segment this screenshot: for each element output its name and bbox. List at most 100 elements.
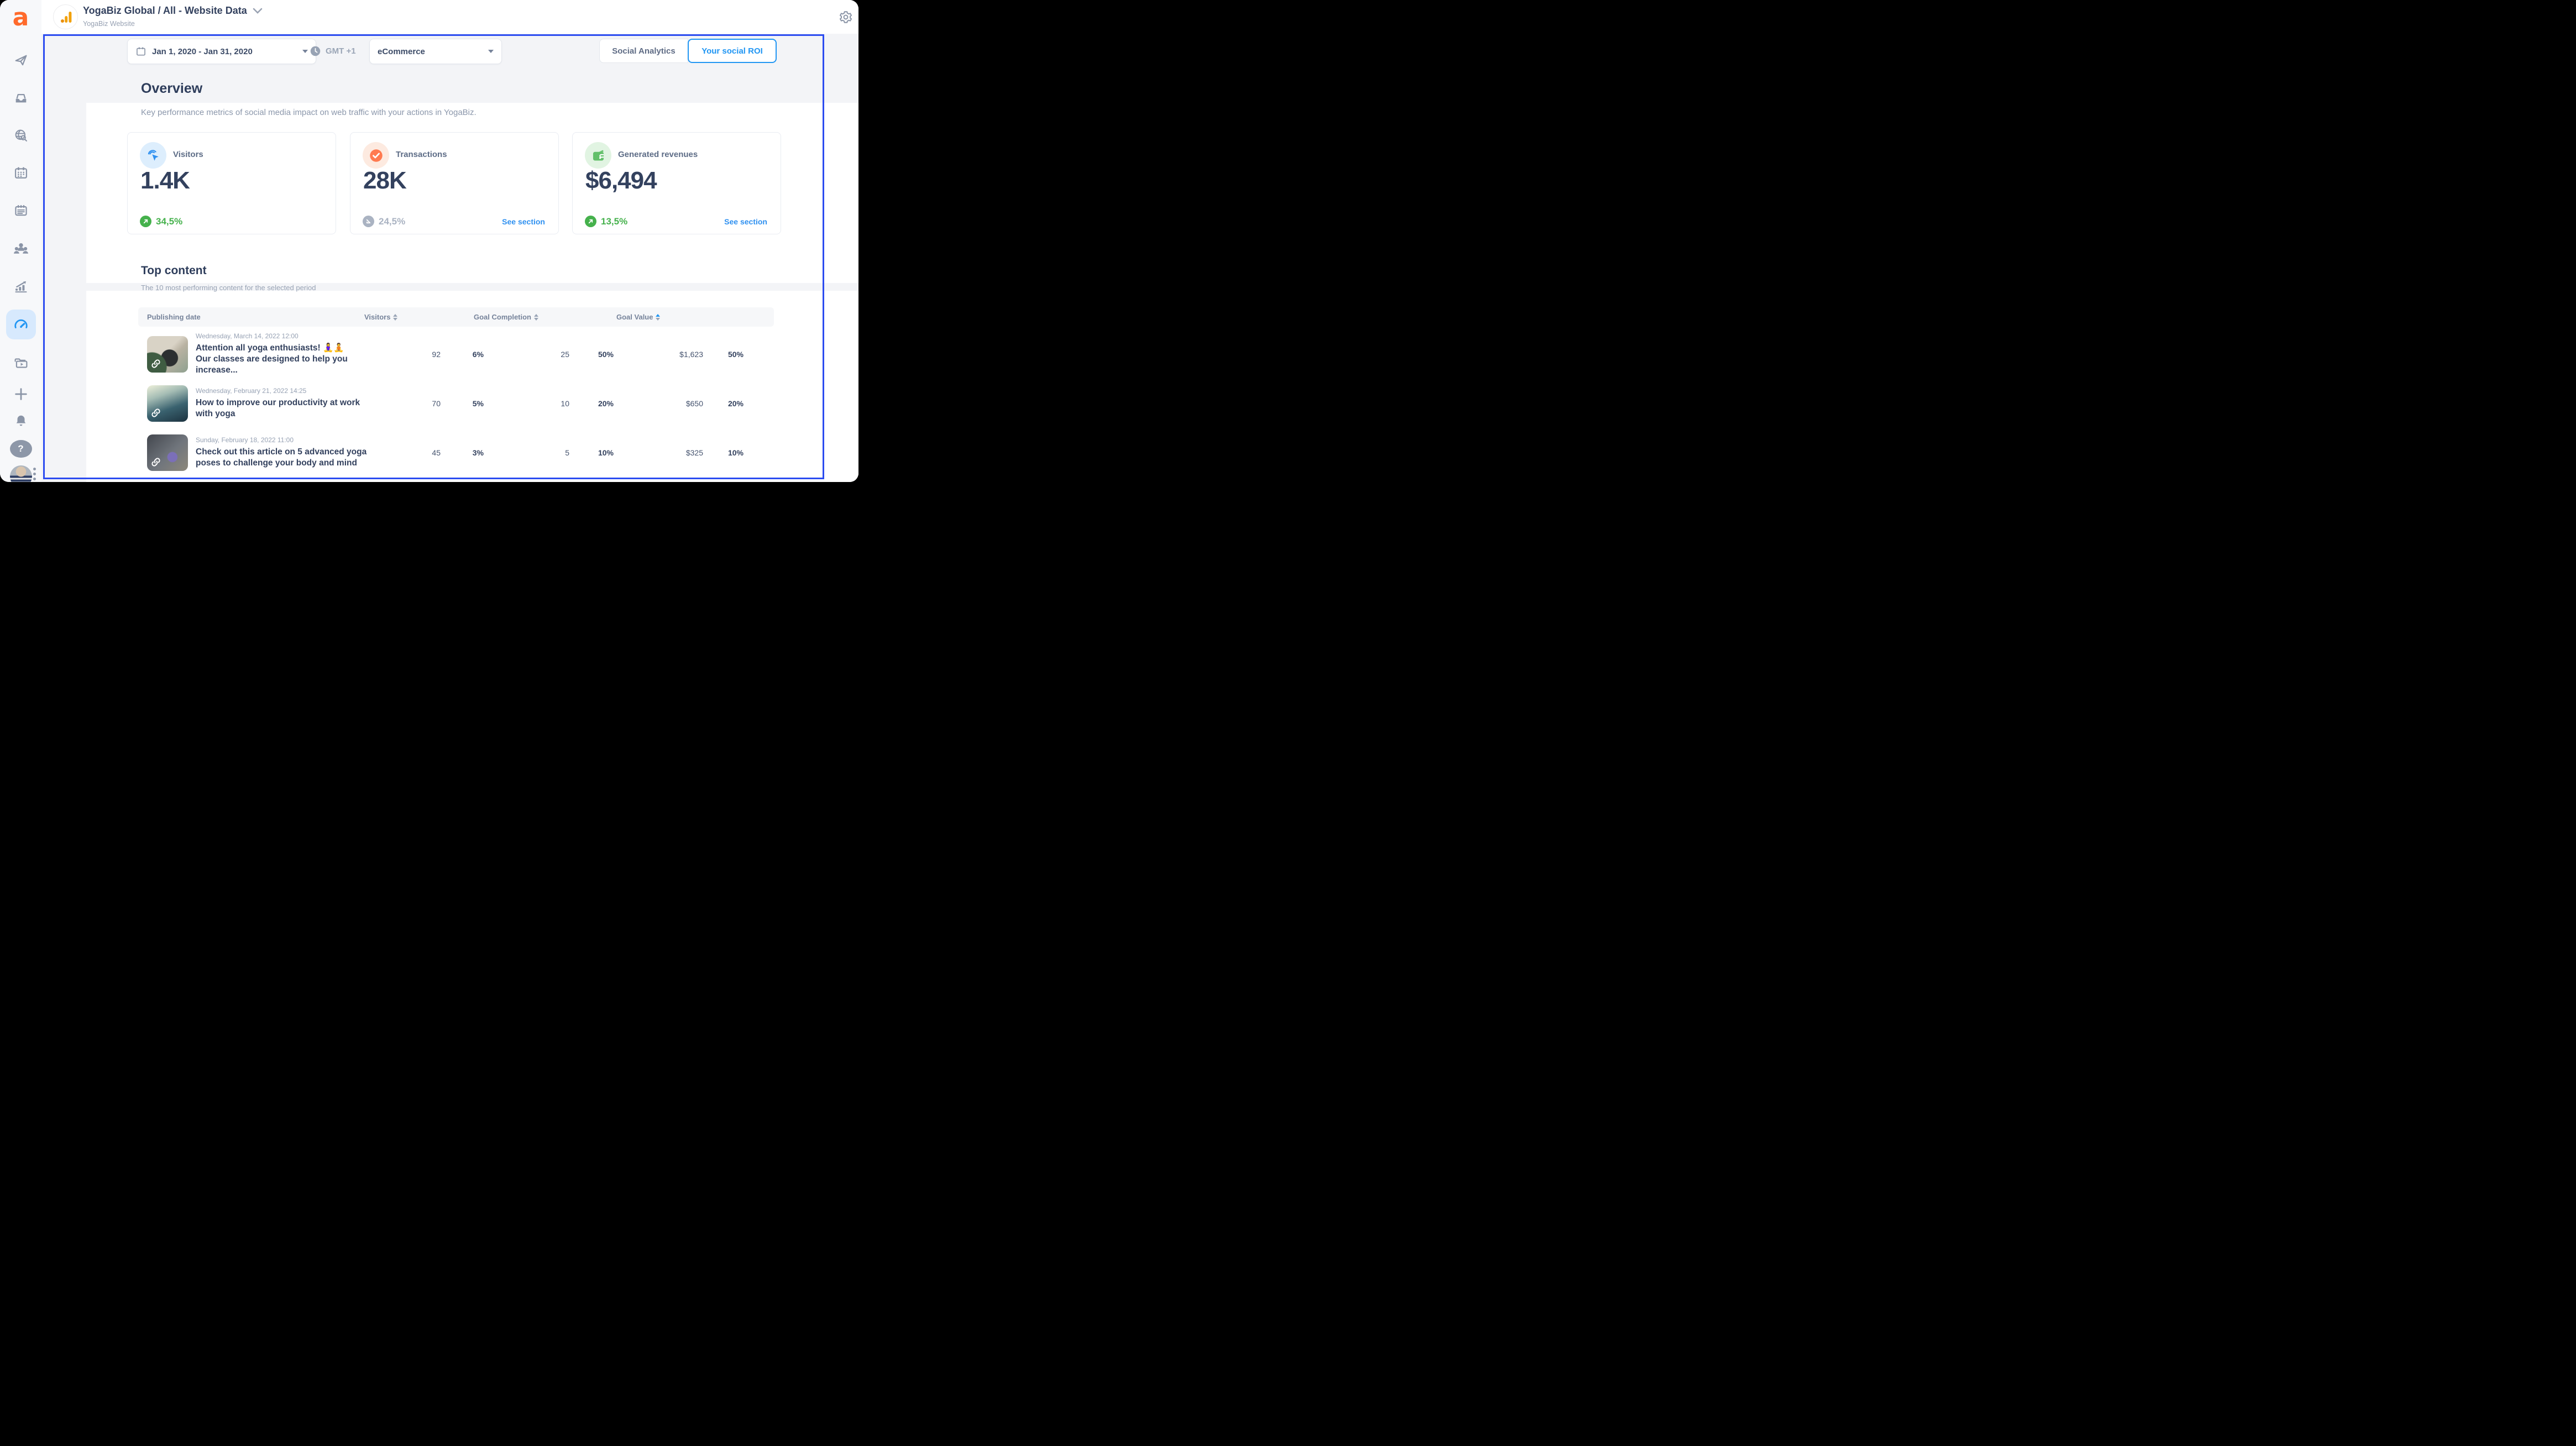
metric-value: 28K [363, 167, 406, 195]
table-header: Publishing date Visitors Goal Completion… [138, 307, 774, 327]
goal-value: $650 [614, 399, 703, 408]
post-thumbnail [147, 336, 188, 373]
stats-growth-icon[interactable] [0, 279, 41, 294]
top-content-subtitle: The 10 most performing content for the s… [141, 284, 316, 292]
post-date: Wednesday, February 21, 2022 14:25 [196, 387, 360, 395]
top-content-title: Top content [141, 264, 207, 277]
overview-subtitle: Key performance metrics of social media … [141, 108, 477, 117]
post-thumbnail [147, 385, 188, 422]
media-library-icon[interactable] [0, 355, 41, 371]
goal-value-pct: 20% [703, 399, 744, 408]
top-header: YogaBiz Global / All - Website Data Yoga… [41, 0, 858, 34]
tab-your-social-roi[interactable]: Your social ROI [688, 39, 777, 63]
caret-down-icon [488, 50, 494, 53]
metric-delta: 24,5% [363, 216, 405, 227]
trend-down-icon [363, 216, 374, 227]
reports-notepad-icon[interactable] [0, 203, 41, 218]
visitors-value: 92 [381, 350, 441, 359]
table-row[interactable]: Wednesday, February 21, 2022 14:25 How t… [138, 379, 774, 428]
column-goal-completion-sort[interactable]: Goal Completion [474, 307, 538, 327]
wallet-icon [585, 142, 611, 169]
post-date: Sunday, February 18, 2022 11:00 [196, 436, 366, 444]
inbox-icon[interactable] [0, 90, 41, 106]
metric-label: Generated revenues [618, 150, 698, 159]
social-listening-icon[interactable] [0, 128, 41, 143]
tab-social-analytics[interactable]: Social Analytics [599, 39, 688, 63]
app-window: a [0, 0, 858, 482]
column-publishing-date: Publishing date [147, 307, 201, 327]
goal-value-pct: 50% [703, 350, 744, 359]
settings-gear-icon[interactable] [839, 10, 853, 24]
see-section-link[interactable]: See section [724, 217, 767, 226]
table-row[interactable]: Wednesday, March 14, 2022 12:00 Attentio… [138, 329, 774, 379]
caret-down-icon [302, 50, 308, 53]
metric-label: Transactions [396, 150, 447, 159]
metric-card-transactions: Transactions 28K 24,5% See section [350, 132, 559, 234]
cursor-click-icon [140, 142, 166, 169]
visitors-value: 70 [381, 399, 441, 408]
metric-card-revenues: Generated revenues $6,494 13,5% See sect… [572, 132, 781, 234]
check-circle-icon [363, 142, 389, 169]
publishing-send-icon[interactable] [0, 53, 41, 68]
metric-delta: 34,5% [140, 216, 182, 227]
chevron-down-icon [253, 8, 263, 14]
link-icon [150, 358, 162, 370]
goal-value: $325 [614, 448, 703, 457]
goal-completion-pct: 20% [569, 399, 614, 408]
timezone-label: GMT +1 [326, 46, 356, 56]
metric-label: Visitors [173, 150, 203, 159]
agorapulse-logo[interactable]: a [0, 6, 41, 30]
metric-value: 1.4K [140, 167, 190, 195]
post-title: How to improve our productivity at work … [196, 397, 360, 420]
visitors-value: 45 [381, 448, 441, 457]
sort-icon-active-asc [656, 314, 660, 321]
post-thumbnail [147, 434, 188, 471]
page-title: YogaBiz Global / All - Website Data [83, 5, 247, 17]
table-body: Wednesday, March 14, 2022 12:00 Attentio… [138, 329, 774, 477]
goal-completion-value: 5 [484, 448, 569, 457]
post-date: Wednesday, March 14, 2022 12:00 [196, 332, 381, 340]
clock-icon [310, 45, 321, 57]
audience-icon[interactable] [0, 241, 41, 256]
google-analytics-icon [53, 4, 78, 29]
metric-delta: 13,5% [585, 216, 627, 227]
metric-value: $6,494 [585, 167, 657, 195]
trend-up-icon [585, 216, 596, 227]
profile-subtitle: YogaBiz Website [83, 20, 135, 28]
visitors-pct: 3% [441, 448, 484, 457]
roi-gauge-icon[interactable] [0, 310, 41, 339]
post-title: Attention all yoga enthusiasts! 🧘‍♀️🧘 Ou… [196, 343, 381, 376]
visitors-pct: 6% [441, 350, 484, 359]
goal-completion-value: 25 [484, 350, 569, 359]
goal-completion-pct: 10% [569, 448, 614, 457]
sort-icon [393, 314, 397, 321]
goal-value-pct: 10% [703, 448, 744, 457]
column-visitors-sort[interactable]: Visitors [364, 307, 397, 327]
notifications-bell-icon[interactable] [0, 413, 41, 428]
sidebar: a [0, 0, 41, 482]
goal-completion-pct: 50% [569, 350, 614, 359]
date-range-picker[interactable]: Jan 1, 2020 - Jan 31, 2020 [127, 39, 316, 64]
view-tabs: Social Analytics Your social ROI [599, 39, 777, 63]
account-menu-kebab-icon[interactable] [33, 468, 36, 480]
link-icon [150, 407, 162, 419]
link-icon [150, 456, 162, 468]
timezone-indicator: GMT +1 [310, 39, 356, 63]
metric-selector-dropdown[interactable]: eCommerce [369, 39, 502, 64]
post-title: Check out this article on 5 advanced yog… [196, 447, 366, 469]
metric-selector-value: eCommerce [378, 47, 425, 56]
date-range-value: Jan 1, 2020 - Jan 31, 2020 [152, 47, 253, 56]
see-section-link[interactable]: See section [502, 217, 545, 226]
column-goal-value-sort[interactable]: Goal Value [616, 307, 660, 327]
sort-icon [534, 314, 538, 321]
profile-switcher[interactable]: YogaBiz Global / All - Website Data [83, 5, 263, 17]
add-icon[interactable] [0, 386, 41, 402]
table-row[interactable]: Sunday, February 18, 2022 11:00 Check ou… [138, 428, 774, 477]
help-icon[interactable]: ? [0, 439, 41, 458]
overview-title: Overview [141, 81, 202, 97]
trend-up-icon [140, 216, 151, 227]
visitors-pct: 5% [441, 399, 484, 408]
calendar-icon [135, 46, 146, 57]
calendar-icon[interactable] [0, 165, 41, 181]
goal-completion-value: 10 [484, 399, 569, 408]
